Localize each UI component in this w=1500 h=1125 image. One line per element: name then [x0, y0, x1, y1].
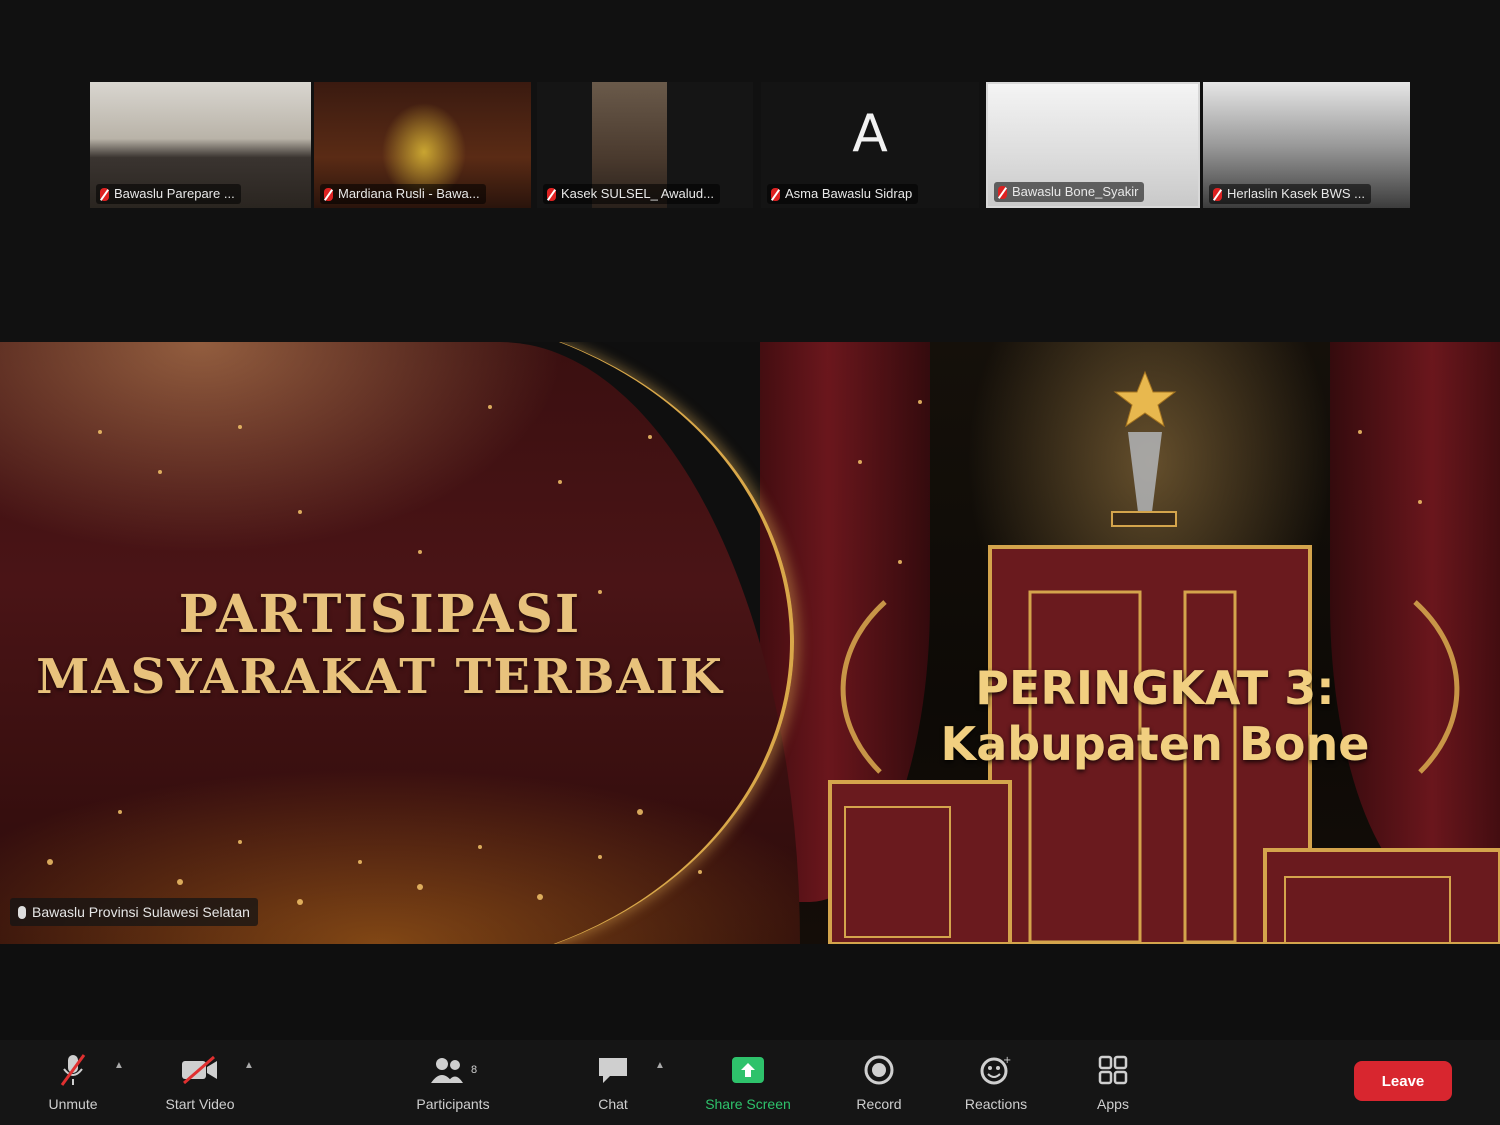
apps-icon — [1058, 1050, 1168, 1090]
record-label: Record — [856, 1096, 902, 1112]
apps-button[interactable]: Apps — [1058, 1050, 1168, 1118]
participant-tile[interactable]: A Asma Bawaslu Sidrap — [761, 82, 979, 208]
award-category-title: PARTISIPASI MASYARAKAT TERBAIK — [20, 584, 740, 708]
participant-tile[interactable]: Kasek SULSEL_ Awalud... — [537, 82, 753, 208]
rank-winner: Kabupaten Bone — [940, 717, 1370, 771]
share-screen-label: Share Screen — [705, 1096, 791, 1112]
unmute-button[interactable]: Unmute — [18, 1050, 128, 1118]
participant-name-tag: Bawaslu Bone_Syakir — [994, 182, 1145, 202]
chat-button[interactable]: Chat — [558, 1050, 668, 1118]
audio-options-caret-icon[interactable]: ▲ — [114, 1060, 124, 1071]
participant-name: Asma Bawaslu Sidrap — [785, 186, 913, 201]
unmute-label: Unmute — [48, 1096, 98, 1112]
participant-name: Kasek SULSEL_ Awalud... — [561, 186, 714, 201]
title-line-2: MASYARAKAT TERBAIK — [36, 649, 724, 705]
record-button[interactable]: Record — [824, 1050, 934, 1118]
participant-tile[interactable]: Bawaslu Bone_Syakir — [986, 82, 1200, 208]
reactions-button[interactable]: + Reactions — [941, 1050, 1051, 1118]
chat-label: Chat — [598, 1096, 628, 1112]
participant-tile[interactable]: Herlaslin Kasek BWS ... — [1203, 82, 1410, 208]
mic-muted-icon — [324, 187, 333, 201]
record-icon — [824, 1050, 934, 1090]
participant-name-tag: Bawaslu Parepare ... — [96, 184, 241, 204]
participant-strip: Bawaslu Parepare ... Mardiana Rusli - Ba… — [0, 0, 1500, 342]
share-screen-button[interactable]: Share Screen — [693, 1050, 803, 1118]
participant-count: 8 — [470, 1064, 478, 1076]
participants-button[interactable]: 8 Participants — [398, 1050, 508, 1118]
trophy-icon — [1111, 370, 1177, 527]
mic-muted-icon — [18, 1050, 128, 1090]
participant-name-tag: Asma Bawaslu Sidrap — [767, 184, 919, 204]
reactions-icon: + — [941, 1050, 1051, 1090]
chat-icon — [558, 1050, 668, 1090]
mic-muted-icon — [1213, 187, 1222, 201]
participant-tile[interactable]: Mardiana Rusli - Bawa... — [314, 82, 531, 208]
mic-muted-icon — [771, 187, 780, 201]
presenter-name: Bawaslu Provinsi Sulawesi Selatan — [32, 904, 250, 920]
avatar: A — [852, 104, 888, 164]
participants-icon: 8 — [398, 1050, 508, 1090]
participant-name-tag: Mardiana Rusli - Bawa... — [320, 184, 486, 204]
svg-text:+: + — [1003, 1055, 1011, 1066]
mic-muted-icon — [998, 185, 1007, 199]
participant-name: Herlaslin Kasek BWS ... — [1227, 186, 1365, 201]
participant-name: Bawaslu Bone_Syakir — [1012, 184, 1139, 199]
video-off-icon — [145, 1050, 255, 1090]
mic-muted-icon — [100, 187, 109, 201]
leave-button[interactable]: Leave — [1354, 1061, 1452, 1101]
participant-name-tag: Herlaslin Kasek BWS ... — [1209, 184, 1371, 204]
mic-muted-icon — [547, 187, 556, 201]
start-video-label: Start Video — [165, 1096, 235, 1112]
share-screen-icon — [693, 1050, 803, 1090]
apps-label: Apps — [1097, 1096, 1129, 1112]
participant-name: Mardiana Rusli - Bawa... — [338, 186, 480, 201]
participant-tile[interactable]: Bawaslu Parepare ... — [90, 82, 311, 208]
participant-name-tag: Kasek SULSEL_ Awalud... — [543, 184, 720, 204]
meeting-toolbar: Unmute ▲ Start Video ▲ 8 Participants Ch… — [0, 1040, 1500, 1125]
award-rank: PERINGKAT 3: Kabupaten Bone — [900, 660, 1410, 772]
participant-name: Bawaslu Parepare ... — [114, 186, 235, 201]
participants-label: Participants — [416, 1096, 490, 1112]
reactions-label: Reactions — [964, 1096, 1028, 1112]
chat-options-caret-icon[interactable]: ▲ — [655, 1060, 665, 1071]
rank-label: PERINGKAT 3: — [975, 661, 1335, 715]
video-options-caret-icon[interactable]: ▲ — [244, 1060, 254, 1071]
title-line-1: PARTISIPASI — [178, 584, 582, 645]
start-video-button[interactable]: Start Video — [145, 1050, 255, 1118]
presenter-name-tag: Bawaslu Provinsi Sulawesi Selatan — [10, 898, 258, 926]
mic-icon — [18, 905, 26, 919]
shared-screen: PARTISIPASI MASYARAKAT TERBAIK PERINGKAT… — [0, 342, 1500, 944]
